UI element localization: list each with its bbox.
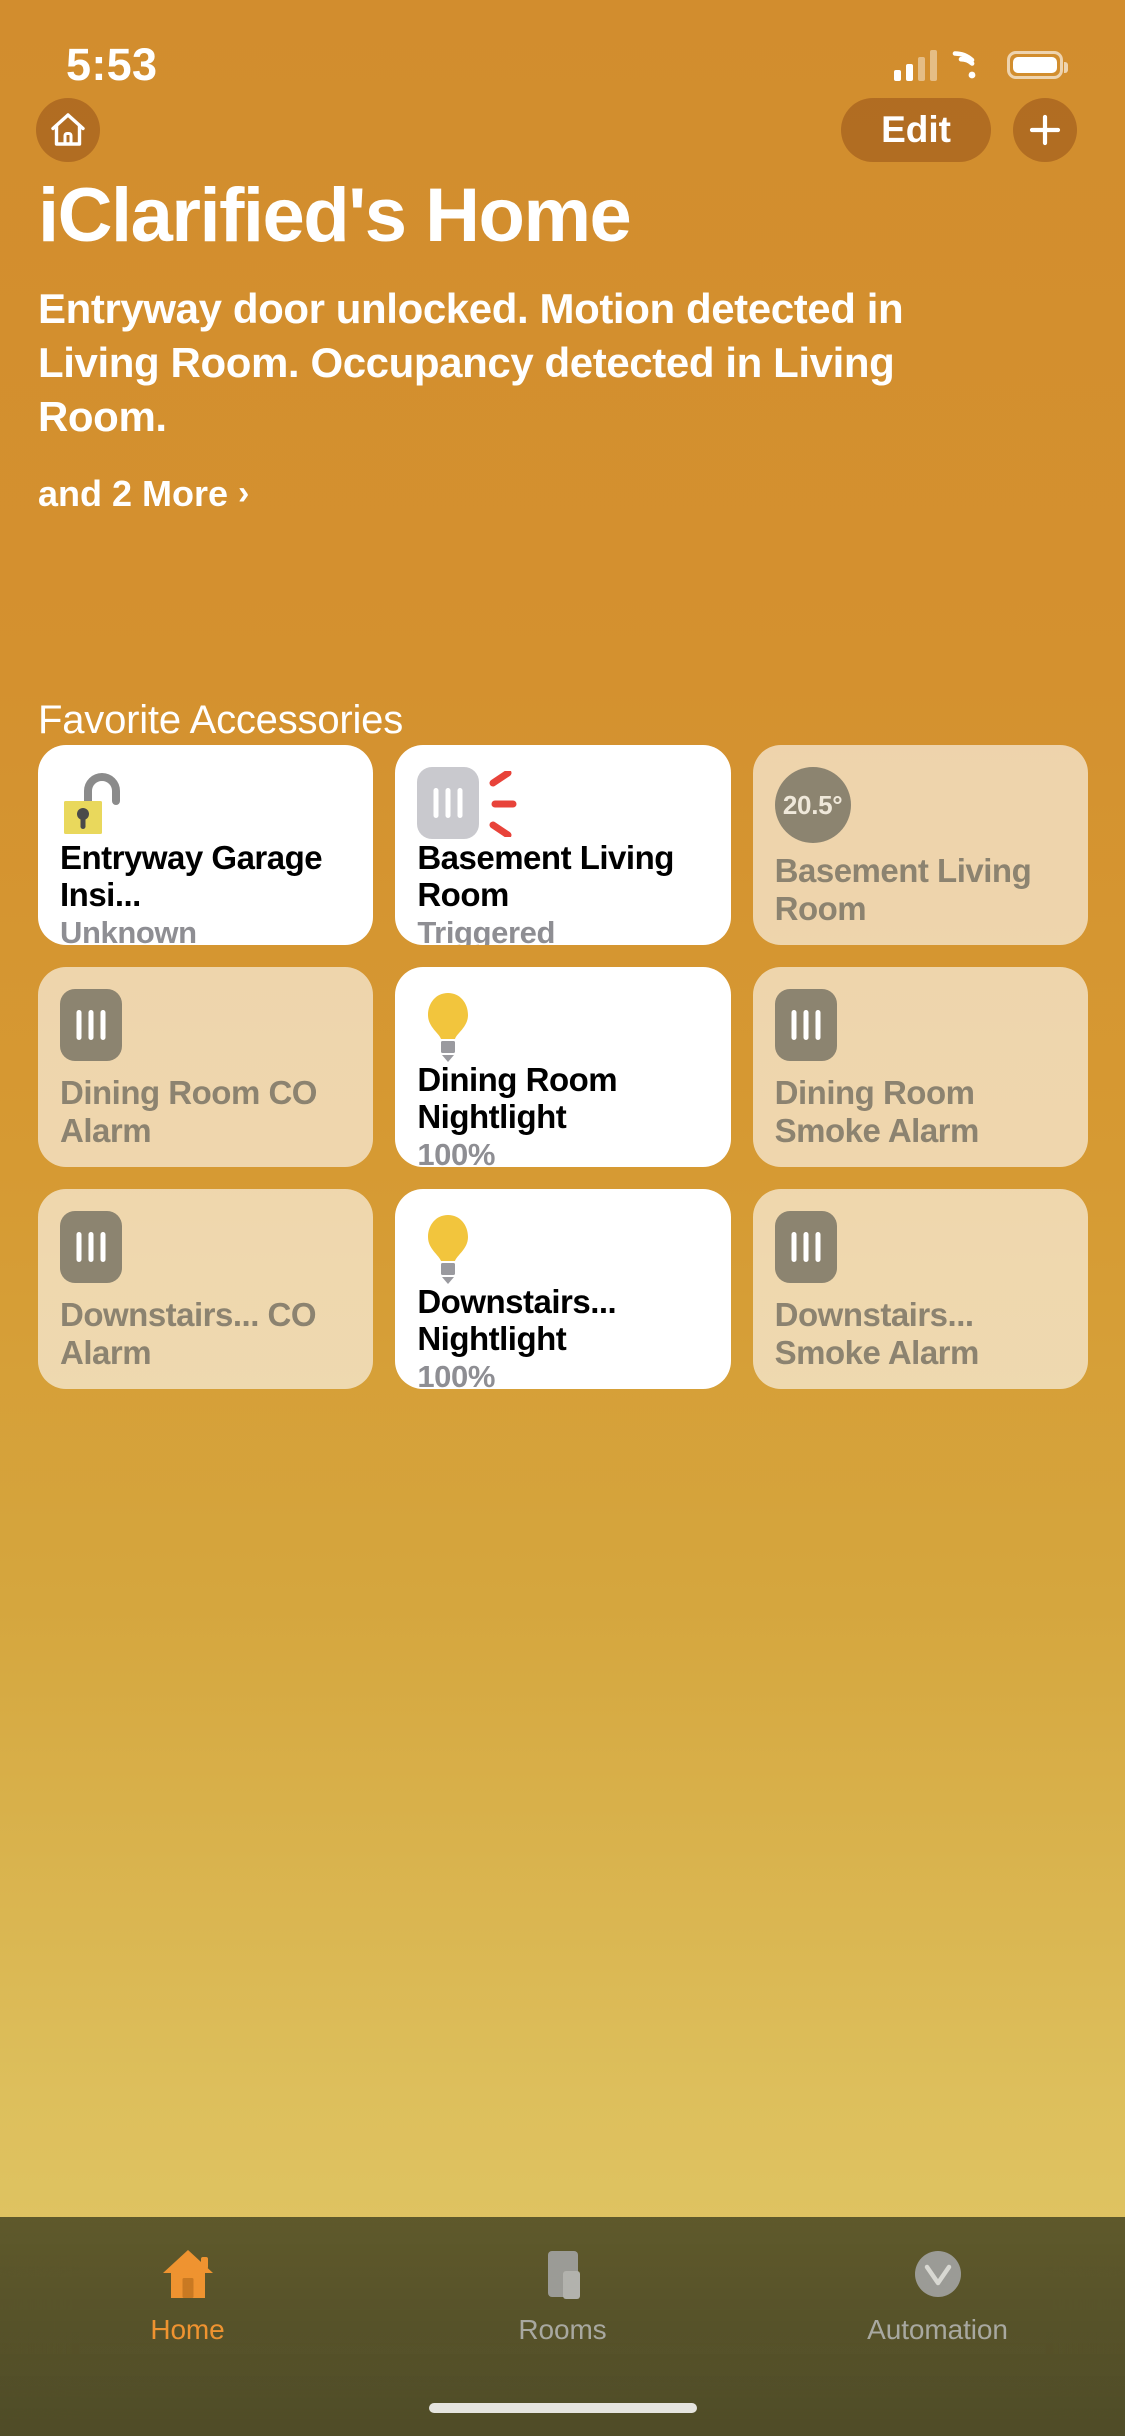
automation-clock-icon [907, 2243, 969, 2305]
plus-icon [1025, 110, 1065, 150]
accessory-name: Basement Living Room [417, 839, 710, 914]
sensor-body-icon [60, 989, 122, 1061]
and-more-link[interactable]: and 2 More › [38, 473, 249, 515]
co-alarm-icon [60, 989, 353, 1061]
tab-automation-label: Automation [867, 2314, 1008, 2346]
accessory-tile-text: Downstairs... CO Alarm [60, 1296, 353, 1371]
signal-bars-icon [894, 50, 937, 81]
tab-rooms-label: Rooms [518, 2314, 606, 2346]
accessory-status: Unknown [60, 915, 353, 945]
alert-rays-icon [487, 771, 537, 837]
home-status-summary: Entryway door unlocked. Motion detected … [38, 282, 1023, 443]
accessory-tile-text: Dining Room Nightlight 100% [417, 1061, 710, 1167]
tab-rooms[interactable]: Rooms [375, 2243, 750, 2346]
accessory-status: 100% [417, 1137, 710, 1167]
thermometer-icon: 20.5° [775, 767, 1068, 839]
tab-home[interactable]: Home [0, 2243, 375, 2346]
co-alarm-icon [60, 1211, 353, 1283]
accessory-name: Dining Room Smoke Alarm [775, 1074, 1068, 1149]
home-app-screen: 5:53 Edit [0, 0, 1125, 2436]
battery-icon [1007, 51, 1063, 79]
status-bar-indicators [894, 50, 1063, 81]
lightbulb-icon [417, 1211, 710, 1283]
page-title: iClarified's Home [38, 178, 1088, 254]
accessory-tile-dining-room-smoke-alarm[interactable]: Dining Room Smoke Alarm [753, 967, 1088, 1167]
accessory-tile-downstairs-smoke-alarm[interactable]: Downstairs... Smoke Alarm [753, 1189, 1088, 1389]
nav-actions: Edit [841, 98, 1077, 162]
accessory-tile-entryway-garage[interactable]: Entryway Garage Insi... Unknown [38, 745, 373, 945]
accessory-tile-text: Basement Living Room Triggered [417, 839, 710, 945]
accessory-tile-dining-room-nightlight[interactable]: Dining Room Nightlight 100% [395, 967, 730, 1167]
edit-button[interactable]: Edit [841, 98, 991, 162]
tab-automation[interactable]: Automation [750, 2243, 1125, 2346]
temperature-value: 20.5° [775, 767, 851, 843]
smoke-alarm-icon [775, 989, 1068, 1061]
accessory-tile-text: Entryway Garage Insi... Unknown [60, 839, 353, 945]
status-bar-clock: 5:53 [66, 39, 157, 91]
home-header: iClarified's Home Entryway door unlocked… [38, 178, 1088, 515]
accessory-name: Downstairs... Nightlight [417, 1283, 710, 1358]
accessory-tile-basement-living-room-temperature[interactable]: 20.5° Basement Living Room [753, 745, 1088, 945]
accessory-tile-downstairs-co-alarm[interactable]: Downstairs... CO Alarm [38, 1189, 373, 1389]
sensor-body-icon [775, 989, 837, 1061]
accessory-tile-text: Dining Room Smoke Alarm [775, 1074, 1068, 1149]
accessory-tile-basement-living-room-sensor[interactable]: Basement Living Room Triggered [395, 745, 730, 945]
accessory-name: Dining Room CO Alarm [60, 1074, 353, 1149]
accessory-tile-text: Basement Living Room [775, 852, 1068, 927]
chevron-right-icon: › [238, 474, 249, 513]
favorite-accessories-grid: Entryway Garage Insi... Unknown [38, 745, 1088, 1389]
accessory-status: 100% [417, 1359, 710, 1389]
accessory-name: Downstairs... Smoke Alarm [775, 1296, 1068, 1371]
home-indicator[interactable] [429, 2403, 697, 2413]
favorite-accessories-title: Favorite Accessories [38, 698, 403, 743]
house-filled-icon [157, 2243, 219, 2305]
lock-open-icon [60, 767, 353, 839]
and-more-label: and 2 More [38, 473, 228, 515]
accessory-tile-downstairs-nightlight[interactable]: Downstairs... Nightlight 100% [395, 1189, 730, 1389]
motion-sensor-triggered-icon [417, 767, 710, 839]
nav-bar: Edit [0, 98, 1125, 162]
accessory-name: Downstairs... CO Alarm [60, 1296, 353, 1371]
accessory-tile-dining-room-co-alarm[interactable]: Dining Room CO Alarm [38, 967, 373, 1167]
smoke-alarm-icon [775, 1211, 1068, 1283]
tab-home-label: Home [150, 2314, 224, 2346]
wifi-icon [952, 50, 992, 80]
home-selector-button[interactable] [36, 98, 100, 162]
sensor-body-icon [417, 767, 479, 839]
accessory-status: Triggered [417, 915, 710, 945]
rooms-icon [532, 2243, 594, 2305]
lightbulb-icon [417, 989, 710, 1061]
add-button[interactable] [1013, 98, 1077, 162]
accessory-name: Dining Room Nightlight [417, 1061, 710, 1136]
house-icon [49, 111, 87, 149]
accessory-name: Entryway Garage Insi... [60, 839, 353, 914]
accessory-name: Basement Living Room [775, 852, 1068, 927]
accessory-tile-text: Downstairs... Smoke Alarm [775, 1296, 1068, 1371]
sensor-body-icon [775, 1211, 837, 1283]
sensor-body-icon [60, 1211, 122, 1283]
accessory-tile-text: Downstairs... Nightlight 100% [417, 1283, 710, 1389]
accessory-tile-text: Dining Room CO Alarm [60, 1074, 353, 1149]
